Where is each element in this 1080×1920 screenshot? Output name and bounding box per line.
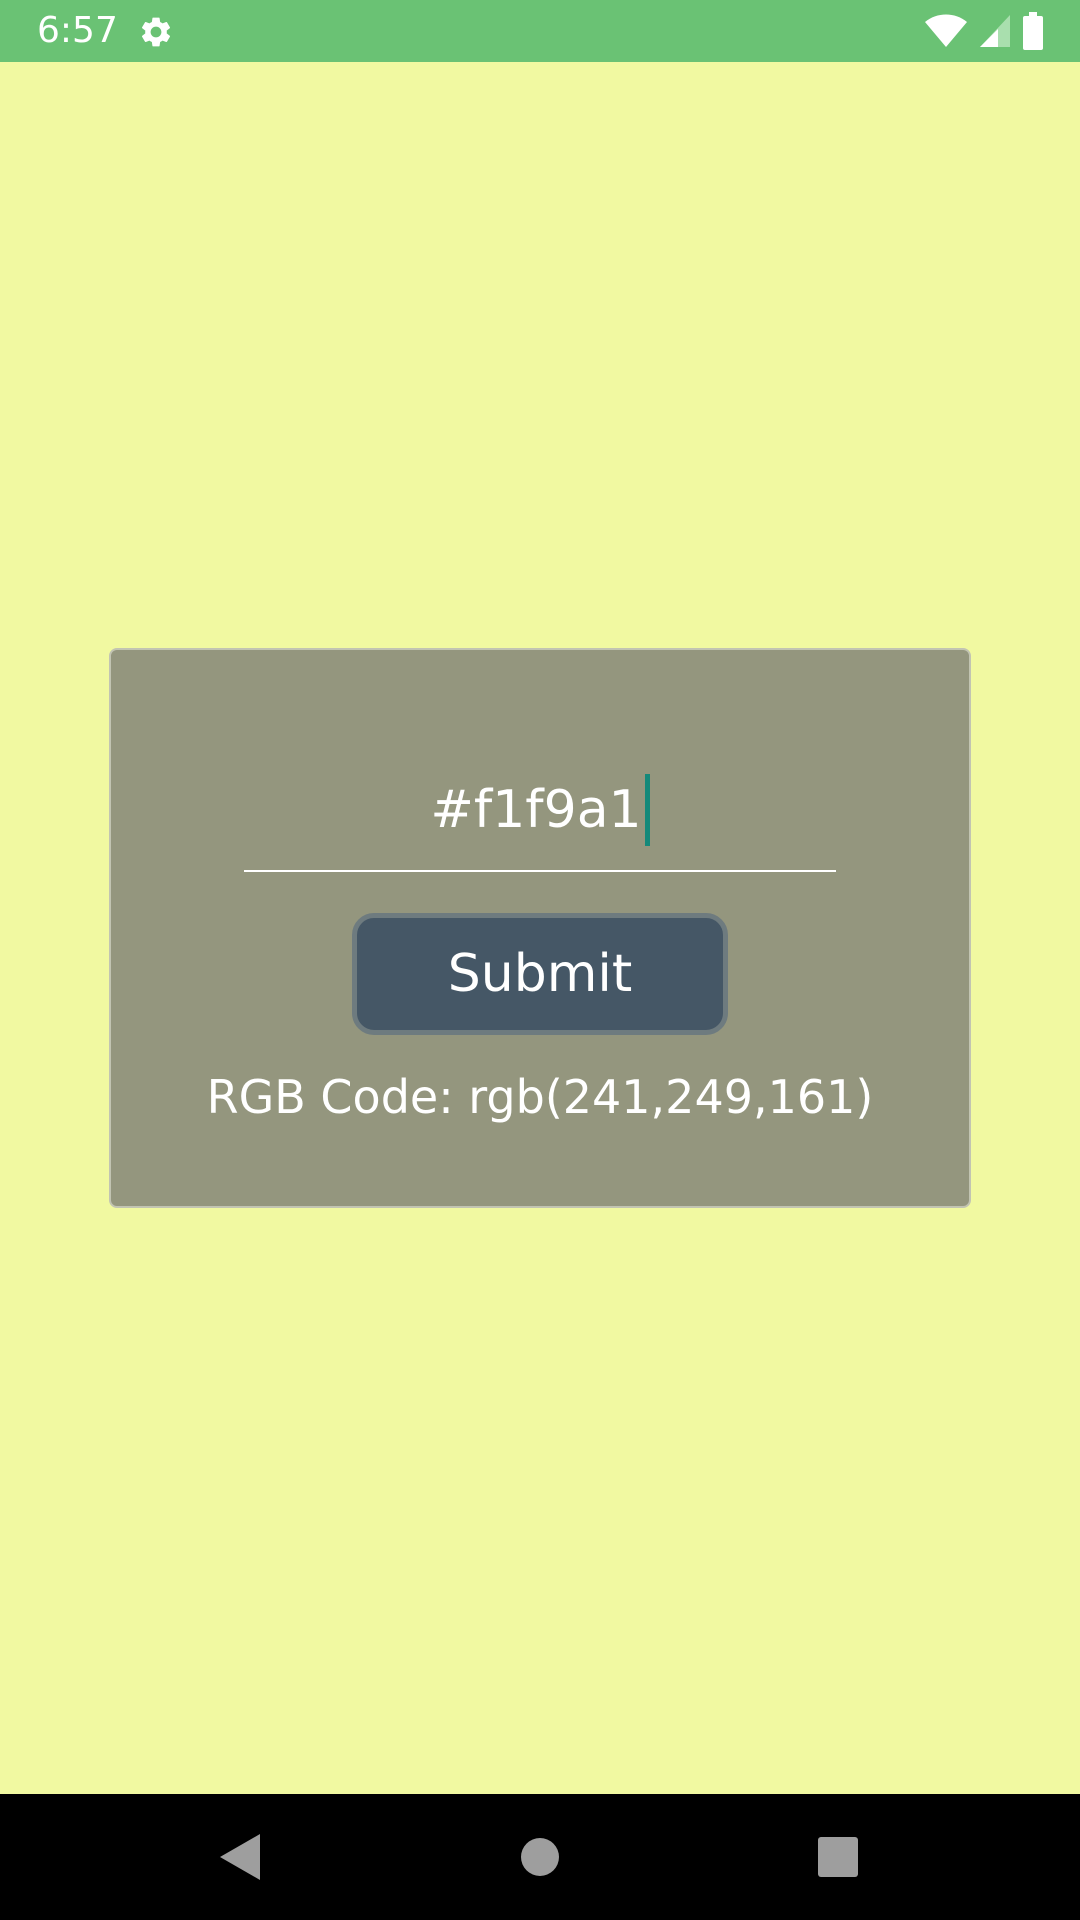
home-button[interactable] [500,1794,580,1920]
wifi-icon [925,14,967,47]
navigation-bar [0,1794,1080,1920]
recents-button[interactable] [798,1794,878,1920]
back-icon [220,1834,260,1880]
recents-icon [818,1837,858,1877]
status-icons [924,12,1044,50]
status-time: 6:57 [37,10,118,51]
home-icon [521,1838,559,1876]
status-bar: 6:57 [0,0,1080,62]
hex-input-field[interactable]: #f1f9a1 [244,752,836,872]
cellular-signal-icon [980,15,1010,47]
settings-gear-icon [138,14,174,50]
battery-icon [1023,12,1043,50]
back-button[interactable] [200,1794,280,1920]
hex-input-value: #f1f9a1 [430,780,642,840]
submit-button[interactable]: Submit [352,913,728,1035]
rgb-result-text: RGB Code: rgb(241,249,161) [206,1070,874,1124]
text-cursor [644,774,650,846]
